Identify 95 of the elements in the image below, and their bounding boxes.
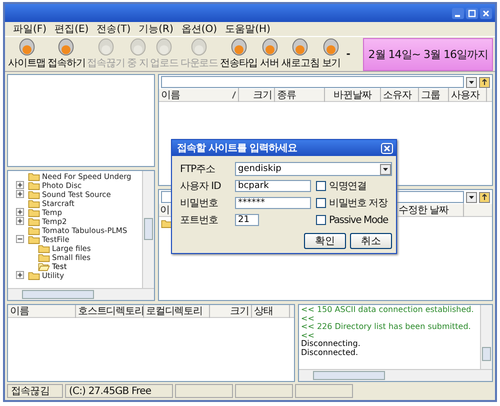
folder-icon bbox=[28, 198, 40, 208]
column-header[interactable]: 바뀐날짜 bbox=[325, 88, 381, 102]
folder-icon bbox=[28, 172, 40, 181]
log-line: << bbox=[301, 332, 316, 340]
field-label: 사용자 ID bbox=[180, 180, 222, 193]
path-field[interactable] bbox=[161, 76, 464, 88]
menu-item[interactable]: 편집(E) bbox=[54, 22, 89, 36]
toolbar-button[interactable]: 사이트맵 bbox=[7, 38, 47, 70]
folder-icon bbox=[28, 216, 40, 226]
folder-icon bbox=[28, 226, 40, 235]
plus-icon[interactable] bbox=[16, 181, 24, 190]
column-header[interactable]: 사용자 bbox=[449, 88, 487, 102]
status-pane bbox=[235, 384, 293, 398]
plus-icon[interactable] bbox=[16, 271, 24, 280]
maximize-icon[interactable] bbox=[466, 8, 478, 18]
log-line: << bbox=[301, 314, 316, 323]
column-header[interactable]: 로컬디렉토리 bbox=[144, 305, 210, 318]
dropdown-icon[interactable] bbox=[466, 76, 477, 88]
menu-item[interactable]: 도움말(H) bbox=[225, 22, 270, 36]
toolbar-button[interactable]: 전송타입 bbox=[219, 38, 259, 70]
input-field[interactable]: 21 bbox=[235, 214, 259, 226]
round-figure-icon bbox=[321, 38, 342, 56]
checkbox[interactable] bbox=[316, 215, 326, 225]
folder-icon bbox=[28, 270, 40, 280]
menu-item[interactable]: 전송(T) bbox=[96, 22, 131, 36]
folder-up-icon[interactable] bbox=[479, 192, 490, 202]
column-header[interactable]: 그룹 bbox=[419, 88, 449, 102]
plus-icon[interactable] bbox=[16, 190, 24, 198]
dropdown-icon[interactable] bbox=[466, 192, 477, 202]
log-line: Disconnected. bbox=[301, 348, 358, 357]
field-label: 비밀번호 bbox=[180, 197, 219, 210]
checkbox-label[interactable]: Passive Mode bbox=[329, 214, 388, 226]
vertical-scrollbar[interactable] bbox=[480, 305, 492, 369]
round-figure-icon bbox=[154, 38, 174, 56]
checkbox[interactable] bbox=[316, 198, 326, 208]
round-figure-icon bbox=[96, 38, 116, 56]
log-line: << 226 Directory list has been submitted. bbox=[301, 323, 472, 332]
plus-icon[interactable] bbox=[16, 208, 24, 216]
column-header[interactable]: 종류 bbox=[275, 88, 325, 102]
log-line: << 150 ASCII data connection established. bbox=[301, 306, 475, 314]
toolbar-separator: - bbox=[346, 48, 350, 60]
column-header[interactable]: 상태 bbox=[252, 305, 290, 318]
round-figure-icon bbox=[56, 38, 76, 56]
status-text: 접속끊김 bbox=[7, 384, 63, 398]
horizontal-scrollbar[interactable] bbox=[8, 288, 154, 300]
menu-item[interactable]: 기능(R) bbox=[138, 22, 174, 36]
close-icon[interactable] bbox=[381, 142, 393, 154]
round-figure-icon bbox=[290, 38, 310, 56]
folder-up-icon[interactable] bbox=[479, 76, 490, 88]
toolbar-button[interactable]: 보기 bbox=[320, 38, 342, 70]
toolbar-button[interactable]: 서버 bbox=[258, 38, 281, 70]
column-header[interactable]: 소유자 bbox=[381, 88, 419, 102]
round-figure-icon bbox=[260, 38, 280, 56]
log-line: Disconnecting. bbox=[301, 340, 362, 348]
close-icon[interactable] bbox=[480, 8, 492, 18]
folder-icon bbox=[28, 208, 40, 217]
menu-item[interactable]: 파일(F) bbox=[13, 22, 47, 36]
caret-icon bbox=[380, 164, 391, 174]
folder-icon bbox=[28, 234, 40, 244]
round-figure-icon bbox=[16, 38, 37, 56]
checkbox-label[interactable]: 익명연결 bbox=[329, 179, 366, 193]
toolbar-button[interactable]: 접속하기 bbox=[46, 38, 86, 70]
column-header[interactable]: 이름 bbox=[8, 305, 76, 318]
status-pane bbox=[295, 384, 353, 398]
input-field[interactable]: bcpark bbox=[235, 180, 311, 192]
minimize-icon[interactable] bbox=[452, 8, 464, 18]
vertical-scrollbar[interactable] bbox=[142, 170, 154, 288]
round-figure-icon bbox=[128, 38, 148, 56]
horizontal-scrollbar[interactable] bbox=[299, 369, 492, 381]
input-field[interactable]: ****** bbox=[235, 197, 311, 209]
field-label: FTP주소 bbox=[180, 163, 216, 176]
plus-icon[interactable] bbox=[16, 217, 24, 226]
round-figure-icon bbox=[189, 38, 210, 56]
column-header[interactable]: 호스트디렉토리 bbox=[76, 305, 144, 318]
address-dropdown[interactable]: gendiskip bbox=[235, 162, 392, 176]
dialog-title: 접속할 사이트를 입력하세요 bbox=[177, 142, 297, 155]
status-pane bbox=[175, 384, 233, 398]
dialog-button[interactable]: 취소 bbox=[350, 233, 392, 249]
minus-icon[interactable] bbox=[16, 235, 24, 244]
dialog-button[interactable]: 확인 bbox=[304, 233, 346, 249]
round-figure-icon bbox=[228, 38, 249, 56]
field-label: 포트번호 bbox=[180, 214, 219, 227]
checkbox[interactable] bbox=[316, 181, 326, 191]
address-field[interactable]: gendiskip bbox=[236, 163, 380, 175]
column-header[interactable]: 이름 bbox=[159, 88, 239, 102]
column-header[interactable]: 크기 bbox=[239, 88, 275, 102]
folder-icon bbox=[28, 180, 40, 190]
status-text: (C:) 27.45GB Free bbox=[65, 384, 173, 398]
sort-icon bbox=[232, 91, 236, 99]
promo-banner: 2월 14일~ 3월 16일까지 bbox=[363, 38, 493, 70]
menu-item[interactable]: 옵션(O) bbox=[181, 22, 218, 36]
folder-icon bbox=[28, 190, 40, 199]
toolbar-button[interactable]: 새로고침 bbox=[280, 38, 320, 70]
folder-icon bbox=[161, 219, 173, 228]
column-header[interactable]: 크기 bbox=[210, 305, 252, 318]
